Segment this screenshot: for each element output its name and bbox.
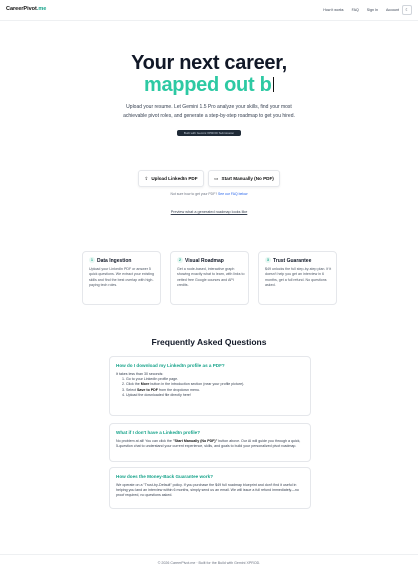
start-manually-button[interactable]: ▭ Start Manually (No PDF) <box>208 170 280 187</box>
nav-link-sign-in[interactable]: Sign In <box>367 8 378 12</box>
step-number-badge: 1 <box>89 257 95 263</box>
nav-link-how-it-works[interactable]: How it works <box>323 8 343 12</box>
chat-icon: ▭ <box>214 176 219 181</box>
pdf-hint-text: Not sure how to get your PDF? <box>170 192 218 196</box>
logo-main: CareerPivot <box>6 6 37 12</box>
upload-linkedin-button[interactable]: ⇪ Upload LinkedIn PDF <box>138 170 204 187</box>
faq-link[interactable]: See our FAQ below <box>218 192 247 196</box>
faq-step-emphasis: Save to PDF <box>137 387 158 392</box>
faq-item-linkedin-pdf: How do I download my LinkedIn profile as… <box>109 356 311 416</box>
faq-step-emphasis: More <box>140 382 150 387</box>
upload-linkedin-label: Upload LinkedIn PDF <box>151 176 198 181</box>
upload-icon: ⇪ <box>144 176 149 181</box>
faq-heading: Frequently Asked Questions <box>151 337 267 347</box>
feature-card-visual-roadmap: 2 Visual Roadmap Get a node-based, intera… <box>170 251 249 305</box>
faq-item-money-back: How does the Money-Back Guarantee work? … <box>109 467 311 509</box>
faq-step-text: Select <box>126 387 136 392</box>
typing-cursor <box>272 77 274 92</box>
faq-item-no-linkedin: What if I don't have a LinkedIn profile?… <box>109 423 311 462</box>
pdf-hint: Not sure how to get your PDF? See our FA… <box>0 192 418 196</box>
hero-title-typed: mapped out b <box>143 74 272 96</box>
faq-step-text: Click the <box>126 382 140 387</box>
theme-toggle-button[interactable]: ☾ <box>402 5 412 15</box>
feature-card-trust-guarantee: 3 Trust Guarantee $49 unlocks the full st… <box>258 251 337 305</box>
feature-title: 1 Data Ingestion <box>89 257 131 264</box>
faq-step-text: from the dropdown menu. <box>158 387 200 392</box>
faq-step: Upload the downloaded file directly here… <box>126 393 304 398</box>
hero-subtitle: Upload your resume. Let Gemini 1.5 Pro a… <box>0 103 418 121</box>
faq-answer-text: No problem at all! You can click the <box>116 439 172 443</box>
faq-answer: No problem at all! You can click the "St… <box>110 439 310 454</box>
step-number-badge: 3 <box>265 257 271 263</box>
faq-question[interactable]: What if I don't have a LinkedIn profile? <box>110 424 310 439</box>
faq-question[interactable]: How does the Money-Back Guarantee work? <box>110 468 310 483</box>
feature-description: Upload your LinkedIn PDF or answer 5 qui… <box>89 267 155 287</box>
faq-answer: It takes less than 30 seconds: Go to you… <box>110 372 310 403</box>
start-manually-label: Start Manually (No PDF) <box>221 176 274 181</box>
hero-title-line1: Your next career, <box>131 52 287 74</box>
hero: Your next career, mapped out b <box>0 52 418 96</box>
feature-title: 2 Visual Roadmap <box>177 257 224 264</box>
faq-steps-list: Go to your LinkedIn profile page. Click … <box>116 377 304 398</box>
faq-question[interactable]: How do I download my LinkedIn profile as… <box>110 357 310 372</box>
logo[interactable]: CareerPivot.me <box>6 6 46 12</box>
feature-card-data-ingestion: 1 Data Ingestion Upload your LinkedIn PDF… <box>82 251 161 305</box>
hero-subtitle-line1: Upload your resume. Let Gemini 1.5 Pro a… <box>126 104 292 110</box>
top-nav: CareerPivot.me How it works FAQ Sign In … <box>0 0 418 21</box>
faq-answer: We operate on a "Trust-by-Default" polic… <box>116 483 299 498</box>
feature-title-text: Visual Roadmap <box>185 258 224 264</box>
moon-icon: ☾ <box>405 7 409 12</box>
faq-answer-emphasis: "Start Manually (No PDF)" <box>172 439 218 443</box>
feature-description: Get a node-based, interactive graph show… <box>177 267 245 287</box>
step-number-badge: 2 <box>177 257 183 263</box>
nav-link-account[interactable]: Account <box>386 8 399 12</box>
hero-subtitle-line2: achievable pivot roles, and generate a s… <box>123 113 295 119</box>
faq-step-text: button in the introduction section (near… <box>150 382 245 387</box>
footer: © 2026 CareerPivot.me · Built for the Bu… <box>0 554 418 565</box>
feature-description: $49 unlocks the full step-by-step plan. … <box>265 267 332 287</box>
nav-links: How it works FAQ Sign In Account <box>323 8 399 12</box>
logo-suffix: .me <box>36 6 47 12</box>
feature-title-text: Trust Guarantee <box>273 258 312 264</box>
feature-title: 3 Trust Guarantee <box>265 257 311 264</box>
preview-roadmap-link[interactable]: Preview what a generated roadmap looks l… <box>0 210 418 214</box>
hero-title-line2: mapped out b <box>0 74 418 96</box>
feature-title-text: Data Ingestion <box>97 258 132 264</box>
submission-badge: Built with Gemini XPROD Submission <box>177 130 241 136</box>
nav-link-faq[interactable]: FAQ <box>352 8 359 12</box>
